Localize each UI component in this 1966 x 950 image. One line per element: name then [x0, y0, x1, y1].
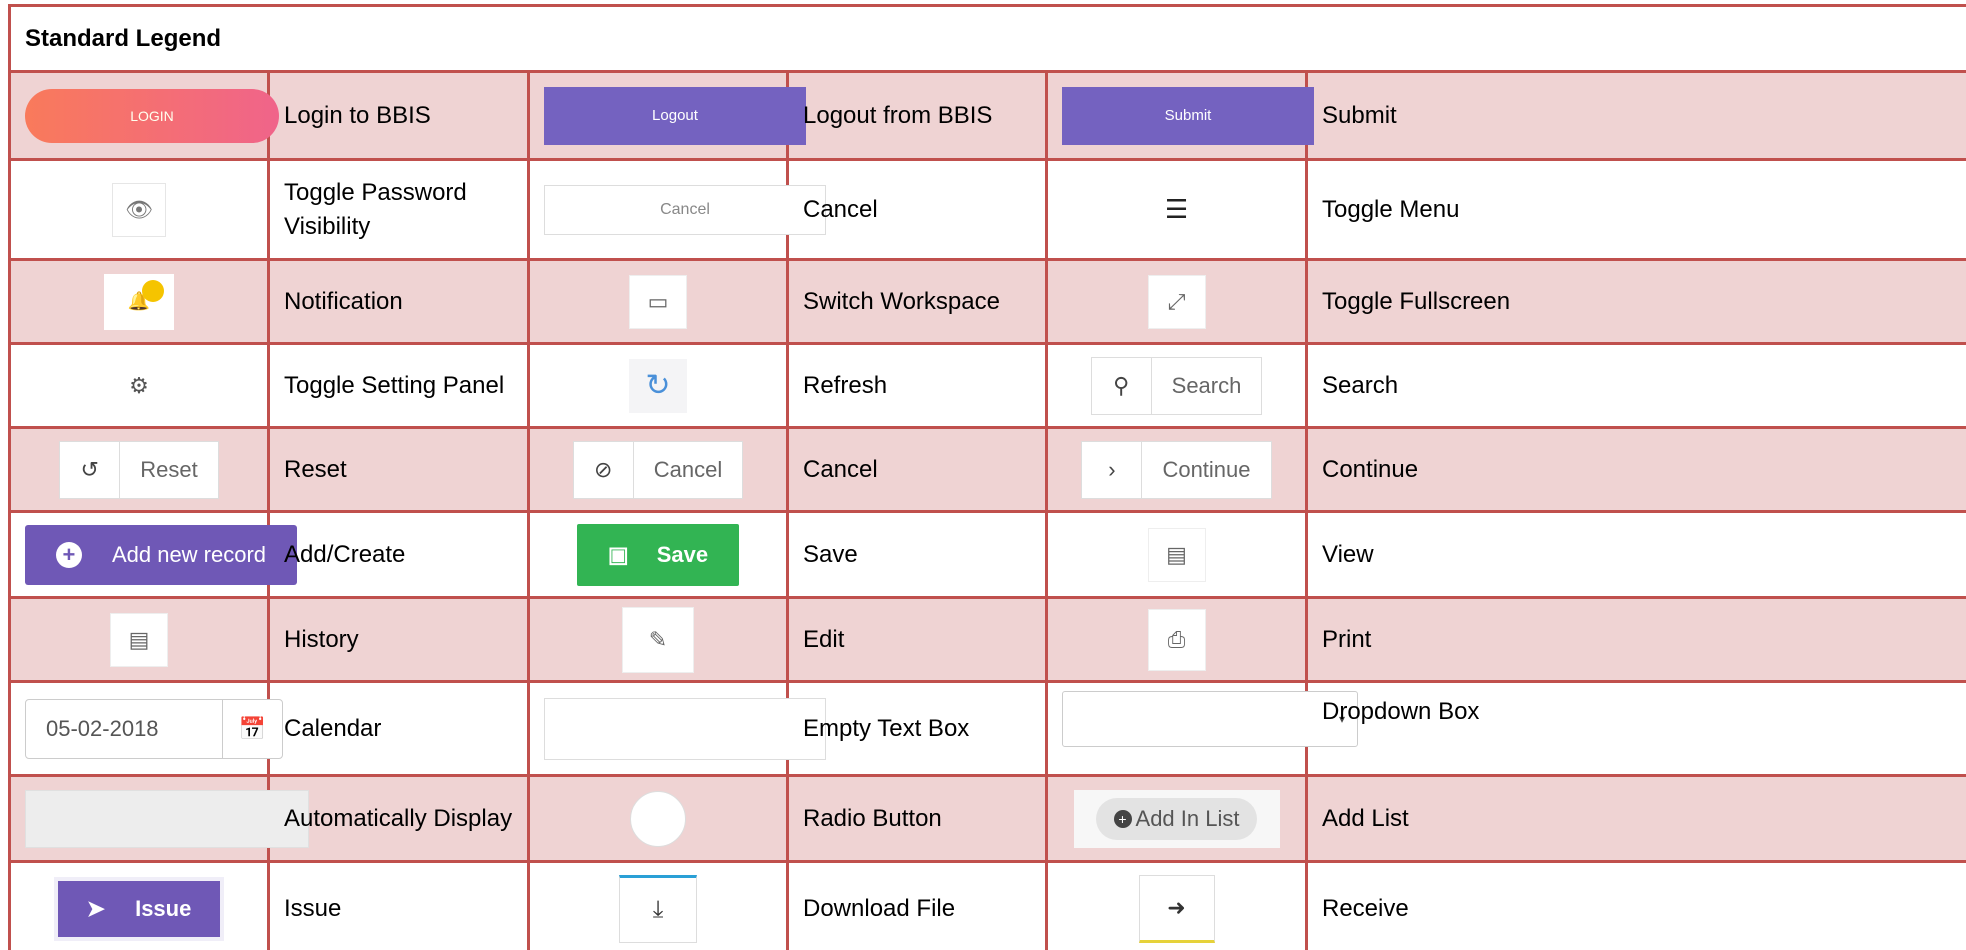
logout-button[interactable]: Logout: [544, 86, 806, 145]
date-value: 05-02-2018: [46, 715, 159, 741]
legend-label: Empty Text Box: [786, 680, 1048, 777]
legend-label: Dropdown Box: [1304, 680, 1966, 777]
legend-row: LOGIN Login to BBIS Logout Logout from B…: [8, 70, 1966, 161]
eye-icon[interactable]: 👁: [112, 182, 166, 237]
legend-label: Toggle Fullscreen: [1304, 258, 1966, 345]
save-button-label: Save: [656, 541, 709, 567]
legend-label: Cancel: [786, 426, 1048, 513]
notification-badge: [142, 279, 164, 302]
reset-button-label: Reset: [140, 456, 198, 482]
legend-label: Print: [1304, 596, 1966, 683]
login-button[interactable]: LOGIN: [25, 88, 279, 143]
plus-circle-icon: +: [1113, 809, 1132, 828]
gear-icon[interactable]: ⚙: [129, 373, 149, 399]
legend-label: Add/Create: [267, 510, 530, 599]
paper-plane-icon: ➤: [86, 895, 106, 921]
continue-button[interactable]: › Continue: [1081, 440, 1272, 499]
dropdown-select[interactable]: ▾: [1062, 691, 1358, 747]
standard-legend-table: Standard Legend LOGIN Login to BBIS Logo…: [7, 4, 1966, 950]
download-icon[interactable]: ⤓: [619, 874, 697, 943]
history-icon[interactable]: ▤: [110, 612, 168, 667]
legend-label: Receive: [1304, 860, 1966, 950]
legend-row: Automatically Display Radio Button + Add…: [8, 774, 1966, 863]
legend-label: Download File: [786, 860, 1048, 950]
bell-icon[interactable]: 🔔: [104, 273, 174, 330]
add-in-list-label: Add In List: [1135, 805, 1240, 831]
legend-label: Login to BBIS: [267, 70, 530, 161]
floppy-disk-icon: ▣: [607, 541, 629, 567]
legend-row: 05-02-2018 📅 Calendar Empty Text Box ▾ D…: [8, 680, 1966, 777]
legend-row: 👁 Toggle Password Visibility Cancel Canc…: [8, 158, 1966, 261]
save-button[interactable]: ▣ Save: [577, 523, 739, 586]
legend-row: ▤ History ✎ Edit ⎙ Print: [8, 596, 1966, 683]
legend-label: Save: [786, 510, 1048, 599]
legend-row: 🔔 Notification ▭ Switch Workspace ⤢ Togg…: [8, 258, 1966, 345]
legend-label: Calendar: [267, 680, 530, 777]
legend-label: History: [267, 596, 530, 683]
legend-label: Issue: [267, 860, 530, 950]
calendar-icon[interactable]: 📅: [222, 699, 282, 758]
add-new-record-label: Add new record: [111, 541, 267, 567]
pencil-icon[interactable]: ✎: [622, 606, 694, 673]
legend-label: Switch Workspace: [786, 258, 1048, 345]
legend-label: Reset: [267, 426, 530, 513]
legend-label: Submit: [1304, 70, 1966, 161]
legend-label: Logout from BBIS: [786, 70, 1048, 161]
search-button[interactable]: ⚲ Search: [1090, 356, 1263, 415]
expand-icon[interactable]: ⤢: [1147, 274, 1206, 329]
reset-button[interactable]: ↺ Reset: [59, 440, 219, 499]
legend-label: Radio Button: [786, 774, 1048, 863]
legend-label: Cancel: [786, 158, 1048, 261]
legend-label: Refresh: [786, 342, 1048, 429]
legend-label: Add List: [1304, 774, 1966, 863]
ban-icon: ⊘: [574, 441, 634, 498]
search-icon: ⚲: [1092, 357, 1152, 414]
issue-button[interactable]: ➤ Issue: [54, 876, 224, 941]
legend-label: Continue: [1304, 426, 1966, 513]
monitor-icon[interactable]: ▭: [629, 274, 687, 329]
view-icon[interactable]: ▤: [1147, 527, 1206, 582]
legend-label: Notification: [267, 258, 530, 345]
legend-row: ➤ Issue Issue ⤓ Download File ➜ Receive: [8, 860, 1966, 950]
add-in-list-button[interactable]: + Add In List: [1073, 789, 1280, 848]
sign-in-icon[interactable]: ➜: [1138, 874, 1215, 943]
cancel-button-label: Cancel: [653, 456, 723, 482]
refresh-icon[interactable]: ↻: [629, 358, 687, 413]
legend-title: Standard Legend: [7, 4, 1966, 73]
legend-label: Toggle Setting Panel: [267, 342, 530, 429]
issue-button-label: Issue: [135, 895, 192, 921]
legend-row: ⚙ Toggle Setting Panel ↻ Refresh ⚲ Searc…: [8, 342, 1966, 429]
legend-row: ↺ Reset Reset ⊘ Cancel Cancel › Continue…: [8, 426, 1966, 513]
legend-label: Automatically Display: [267, 774, 530, 863]
legend-row: + Add new record Add/Create ▣ Save Save …: [8, 510, 1966, 599]
add-new-record-button[interactable]: + Add new record: [25, 524, 297, 585]
menu-toggle-icon[interactable]: ☰: [1165, 194, 1188, 225]
date-picker[interactable]: 05-02-2018 📅: [25, 698, 283, 759]
chevron-right-icon: ›: [1082, 441, 1143, 498]
legend-label: Toggle Password Visibility: [267, 158, 530, 261]
submit-button[interactable]: Submit: [1062, 86, 1314, 145]
plus-circle-icon: +: [55, 541, 82, 568]
cancel-button[interactable]: Cancel: [544, 184, 826, 235]
legend-label: Edit: [786, 596, 1048, 683]
empty-text-box[interactable]: [544, 697, 826, 760]
legend-label: View: [1304, 510, 1966, 599]
legend-label: Toggle Menu: [1304, 158, 1966, 261]
radio-button[interactable]: [630, 790, 686, 847]
undo-icon: ↺: [60, 441, 121, 498]
search-button-label: Search: [1171, 372, 1242, 398]
continue-button-label: Continue: [1162, 456, 1251, 482]
cancel-button[interactable]: ⊘ Cancel: [572, 440, 744, 499]
auto-display-field: [25, 789, 309, 848]
printer-icon[interactable]: ⎙: [1147, 608, 1206, 671]
legend-label: Search: [1304, 342, 1966, 429]
